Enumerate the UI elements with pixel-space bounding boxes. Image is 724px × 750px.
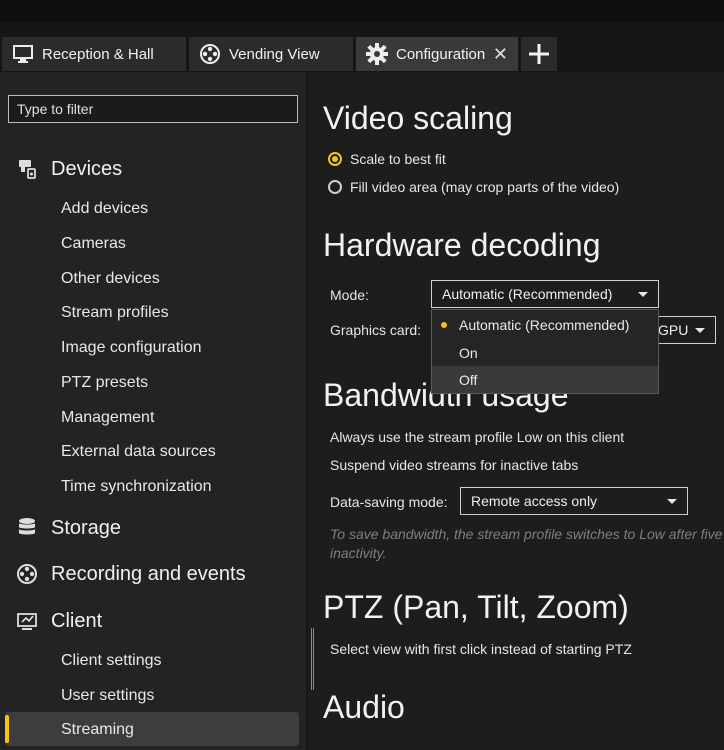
section-title-audio: Audio: [323, 689, 405, 725]
tab-label: Reception & Hall: [42, 45, 154, 63]
sidebar-section-recording-events[interactable]: Recording and events: [14, 559, 246, 589]
option-label: Automatic (Recommended): [459, 316, 630, 333]
resize-grip[interactable]: [311, 628, 314, 690]
tab-label: Vending View: [229, 45, 320, 63]
section-title-ptz: PTZ (Pan, Tilt, Zoom): [323, 589, 629, 625]
devices-icon: [14, 156, 40, 182]
close-icon[interactable]: ✕: [493, 44, 508, 65]
select-value: GPU: [658, 322, 689, 338]
option-label: On: [459, 344, 478, 361]
title-strip: [0, 0, 724, 22]
sidebar-item-other-devices[interactable]: Other devices: [61, 266, 160, 292]
section-title-video-scaling: Video scaling: [323, 100, 513, 136]
film-reel-icon: [14, 561, 40, 587]
settings-panel: Video scaling Scale to best fit Fill vid…: [308, 72, 724, 750]
tab-reception-hall[interactable]: Reception & Hall: [2, 37, 186, 71]
radio-label: Fill video area (may crop parts of the v…: [350, 179, 620, 195]
section-title-hardware-decoding: Hardware decoding: [323, 227, 601, 263]
tab-vending-view[interactable]: Vending View: [189, 37, 353, 71]
data-saving-hint: To save bandwidth, the stream profile sw…: [330, 526, 723, 561]
sidebar-item-add-devices[interactable]: Add devices: [61, 196, 148, 222]
mode-select[interactable]: Automatic (Recommended): [431, 280, 659, 308]
tab-bar: Reception & Hall Vending View Configurat…: [0, 22, 724, 72]
sidebar-item-user-settings[interactable]: User settings: [61, 683, 154, 709]
sidebar-item-external-data-sources[interactable]: External data sources: [61, 439, 216, 465]
sidebar-item-streaming[interactable]: Streaming: [61, 717, 134, 743]
add-tab-button[interactable]: [521, 37, 557, 71]
bandwidth-option-suspend[interactable]: Suspend video streams for inactive tabs: [330, 457, 578, 473]
sidebar: Devices Add devices Cameras Other device…: [0, 72, 306, 750]
tab-label: Configuration: [396, 45, 486, 63]
option-label: Off: [459, 371, 478, 388]
radio-scale-best-fit[interactable]: Scale to best fit: [328, 149, 446, 169]
sidebar-item-stream-profiles[interactable]: Stream profiles: [61, 300, 169, 326]
section-label: Client: [51, 609, 103, 632]
data-saving-label: Data-saving mode:: [330, 494, 448, 510]
dropdown-option-off[interactable]: Off: [432, 366, 658, 393]
mode-label: Mode:: [330, 287, 369, 303]
graphics-card-label: Graphics card:: [330, 322, 422, 338]
client-monitor-icon: [14, 608, 40, 634]
section-label: Devices: [51, 157, 123, 180]
database-icon: [14, 515, 40, 541]
sidebar-section-client[interactable]: Client: [14, 606, 102, 636]
dropdown-option-automatic[interactable]: Automatic (Recommended): [432, 311, 658, 338]
chevron-down-icon: [695, 328, 705, 333]
chevron-down-icon: [667, 499, 677, 504]
filter-input[interactable]: [8, 95, 298, 123]
select-value: Automatic (Recommended): [442, 286, 613, 302]
radio-selected-icon: [328, 152, 342, 166]
chevron-down-icon: [638, 292, 648, 297]
sidebar-item-streaming-selected[interactable]: [5, 712, 299, 746]
gear-icon: [366, 43, 388, 65]
sidebar-item-ptz-presets[interactable]: PTZ presets: [61, 370, 148, 396]
sidebar-item-management[interactable]: Management: [61, 405, 154, 431]
selection-indicator: [5, 715, 9, 743]
sidebar-item-cameras[interactable]: Cameras: [61, 231, 126, 257]
data-saving-select[interactable]: Remote access only: [460, 487, 688, 515]
sidebar-section-storage[interactable]: Storage: [14, 513, 121, 543]
plus-icon: [529, 44, 549, 64]
sidebar-item-image-configuration[interactable]: Image configuration: [61, 335, 202, 361]
select-value: Remote access only: [471, 493, 598, 509]
section-label: Recording and events: [51, 562, 246, 585]
sidebar-section-devices[interactable]: Devices: [14, 154, 122, 184]
radio-fill-video-area[interactable]: Fill video area (may crop parts of the v…: [328, 177, 619, 197]
radio-icon: [328, 180, 342, 194]
film-reel-icon: [199, 43, 221, 65]
ptz-option-first-click[interactable]: Select view with first click instead of …: [330, 641, 632, 657]
sidebar-item-client-settings[interactable]: Client settings: [61, 648, 162, 674]
radio-label: Scale to best fit: [350, 151, 446, 167]
sidebar-item-time-synchronization[interactable]: Time synchronization: [61, 474, 212, 500]
monitor-icon: [12, 43, 34, 65]
selected-dot-icon: [441, 322, 447, 328]
bandwidth-option-low-profile[interactable]: Always use the stream profile Low on thi…: [330, 429, 624, 445]
tab-configuration[interactable]: Configuration ✕: [356, 37, 518, 71]
section-label: Storage: [51, 516, 122, 539]
mode-dropdown-list: Automatic (Recommended) On Off: [431, 309, 659, 394]
dropdown-option-on[interactable]: On: [432, 339, 658, 366]
